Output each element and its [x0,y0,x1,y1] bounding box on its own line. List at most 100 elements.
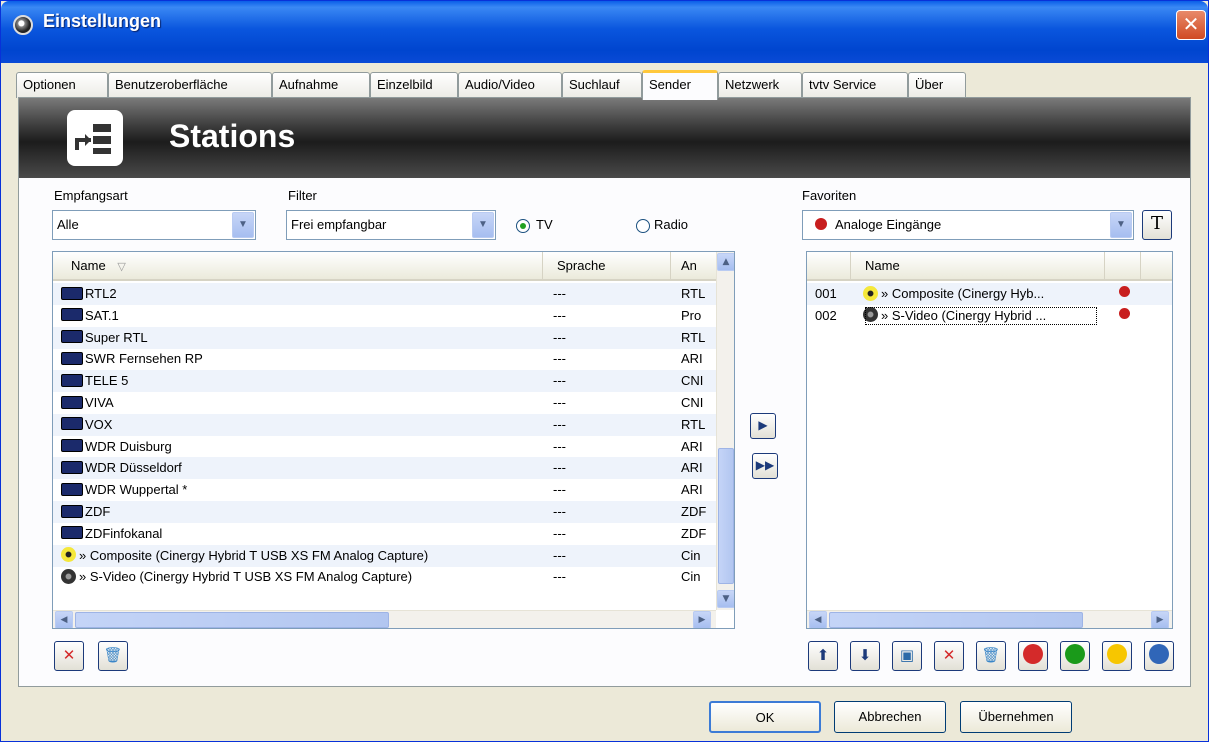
fav-delete-button[interactable]: ✕ [934,641,964,671]
table-row[interactable]: WDR Duisburg --- ARI [53,436,716,458]
table-row[interactable]: VOX --- RTL [53,413,716,436]
tv-radio[interactable] [516,219,530,233]
scroll-left-icon[interactable]: ◀ [55,611,73,628]
stations-banner: Stations [19,98,1190,178]
scroll-right-icon[interactable]: ▶ [1151,611,1169,628]
fav-hscroll-thumb[interactable] [829,612,1083,628]
green-color-button[interactable] [1060,641,1090,671]
chevron-down-icon[interactable]: ▼ [232,212,254,238]
filter-select[interactable]: Frei empfangbar ▼ [286,210,496,240]
column-header-name[interactable]: Name ▽ [53,252,543,279]
scroll-left-icon[interactable]: ◀ [809,611,827,628]
name-cell: TELE 5 [61,370,541,392]
radio-radio[interactable] [636,219,650,233]
column-header-sprache[interactable]: Sprache [543,252,671,279]
table-row[interactable]: » S-Video (Cinergy Hybrid T USB XS FM An… [53,566,716,588]
scroll-right-icon[interactable]: ▶ [693,611,711,628]
name-cell: VIVA [61,392,541,414]
an-cell: ARI [681,460,703,476]
tab-tvtv-service[interactable]: tvtv Service [802,72,908,98]
scroll-up-icon[interactable]: ▲ [717,253,734,271]
favorites-hscrollbar[interactable]: ◀ ▶ [807,610,1172,628]
chevron-down-icon[interactable]: ▼ [472,212,494,238]
table-row[interactable]: SWR Fernsehen RP --- ARI [53,348,716,370]
tv-radio-label[interactable]: TV [536,217,553,232]
station-list[interactable]: Name ▽ Sprache An RTL2 --- RTL SAT.1 --- Pro S… [52,251,735,629]
add-one-button[interactable]: ▶ [750,413,776,439]
red-dot-icon [1023,644,1043,664]
tab-suchlauf[interactable]: Suchlauf [562,72,642,98]
tv-icon [61,286,83,300]
list-item[interactable]: 002 » S-Video (Cinergy Hybrid ... [807,305,1172,327]
tab-benutzeroberfläche[interactable]: Benutzeroberfläche [108,72,272,98]
station-list-hscrollbar[interactable]: ◀ ▶ [53,610,716,628]
language-cell: --- [553,504,566,519]
name-cell: WDR Düsseldorf [61,457,541,479]
chevron-down-icon[interactable]: ▼ [1110,212,1132,238]
table-row[interactable]: Super RTL --- RTL [53,326,716,349]
move-down-button[interactable]: ⬇ [850,641,880,671]
red-dot-icon [1119,307,1130,319]
station-list-vscrollbar[interactable]: ▲ ▼ [716,252,734,610]
station-name: ZDFinfokanal [85,525,163,541]
filter-label: Filter [288,188,317,203]
tab-optionen[interactable]: Optionen [16,72,108,98]
column-header-fav-name[interactable]: Name [851,252,1105,279]
ok-button[interactable]: OK [709,701,821,733]
favorites-list[interactable]: Name 001 » Composite (Cinergy Hyb... 002 » … [806,251,1173,629]
list-item[interactable]: 001 » Composite (Cinergy Hyb... [807,283,1172,305]
favoriten-select[interactable]: Analoge Eingänge ▼ [802,210,1134,240]
table-row[interactable]: SAT.1 --- Pro [53,305,716,327]
vscroll-thumb[interactable] [718,448,734,584]
rename-button[interactable]: T [1142,210,1172,240]
tv-icon [61,417,83,431]
fav-name-cell: » S-Video (Cinergy Hybrid ... [863,305,1099,327]
trash-icon: 🗑 [103,646,123,664]
scroll-down-icon[interactable]: ▼ [717,590,734,608]
composite-icon [61,547,76,563]
station-name: WDR Wuppertal * [85,482,188,498]
column-header-color[interactable] [1105,252,1141,279]
table-row[interactable]: RTL2 --- RTL [53,283,716,305]
tab-sender[interactable]: Sender [642,70,718,100]
tab-einzelbild[interactable]: Einzelbild [370,72,458,98]
language-cell: --- [553,329,566,345]
empfangsart-select[interactable]: Alle ▼ [52,210,256,240]
yellow-color-button[interactable] [1102,641,1132,671]
table-row[interactable]: VIVA --- CNI [53,392,716,414]
tab-über[interactable]: Über [908,72,966,98]
title-bar[interactable]: Einstellungen ✕ [1,1,1208,63]
delete-button[interactable]: ✕ [54,641,84,671]
add-all-button[interactable]: ▶▶ [752,453,778,479]
table-row[interactable]: WDR Wuppertal * --- ARI [53,479,716,501]
table-row[interactable]: ZDF --- ZDF [53,501,716,523]
tab-audio-video[interactable]: Audio/Video [458,72,562,98]
name-cell: WDR Duisburg [61,436,541,458]
apply-button[interactable]: Übernehmen [960,701,1072,733]
station-name: WDR Duisburg [85,438,172,454]
table-row[interactable]: WDR Düsseldorf --- ARI [53,457,716,480]
an-cell: ZDF [681,525,707,541]
table-row[interactable]: ZDFinfokanal --- ZDF [53,523,716,545]
table-row[interactable]: TELE 5 --- CNI [53,370,716,393]
an-cell: ZDF [681,504,707,519]
name-cell: SWR Fernsehen RP [61,348,541,370]
fav-trash-button[interactable]: 🗑 [976,641,1006,671]
table-row[interactable]: » Composite (Cinergy Hybrid T USB XS FM … [53,544,716,567]
radio-radio-label[interactable]: Radio [654,217,688,232]
cancel-button[interactable]: Abbrechen [834,701,946,733]
move-up-button[interactable]: ⬆ [808,641,838,671]
column-header-num [807,252,851,279]
image-button[interactable]: ▣ [892,641,922,671]
station-name: SWR Fernsehen RP [85,351,203,367]
close-button[interactable]: ✕ [1176,10,1206,40]
tab-aufnahme[interactable]: Aufnahme [272,72,370,98]
fav-name: » Composite (Cinergy Hyb... [881,286,1045,301]
blue-color-button[interactable] [1144,641,1174,671]
trash-button[interactable]: 🗑 [98,641,128,671]
language-cell: --- [553,351,566,367]
red-color-button[interactable] [1018,641,1048,671]
tab-netzwerk[interactable]: Netzwerk [718,72,802,98]
hscroll-thumb[interactable] [75,612,389,628]
an-cell: RTL [681,416,706,432]
